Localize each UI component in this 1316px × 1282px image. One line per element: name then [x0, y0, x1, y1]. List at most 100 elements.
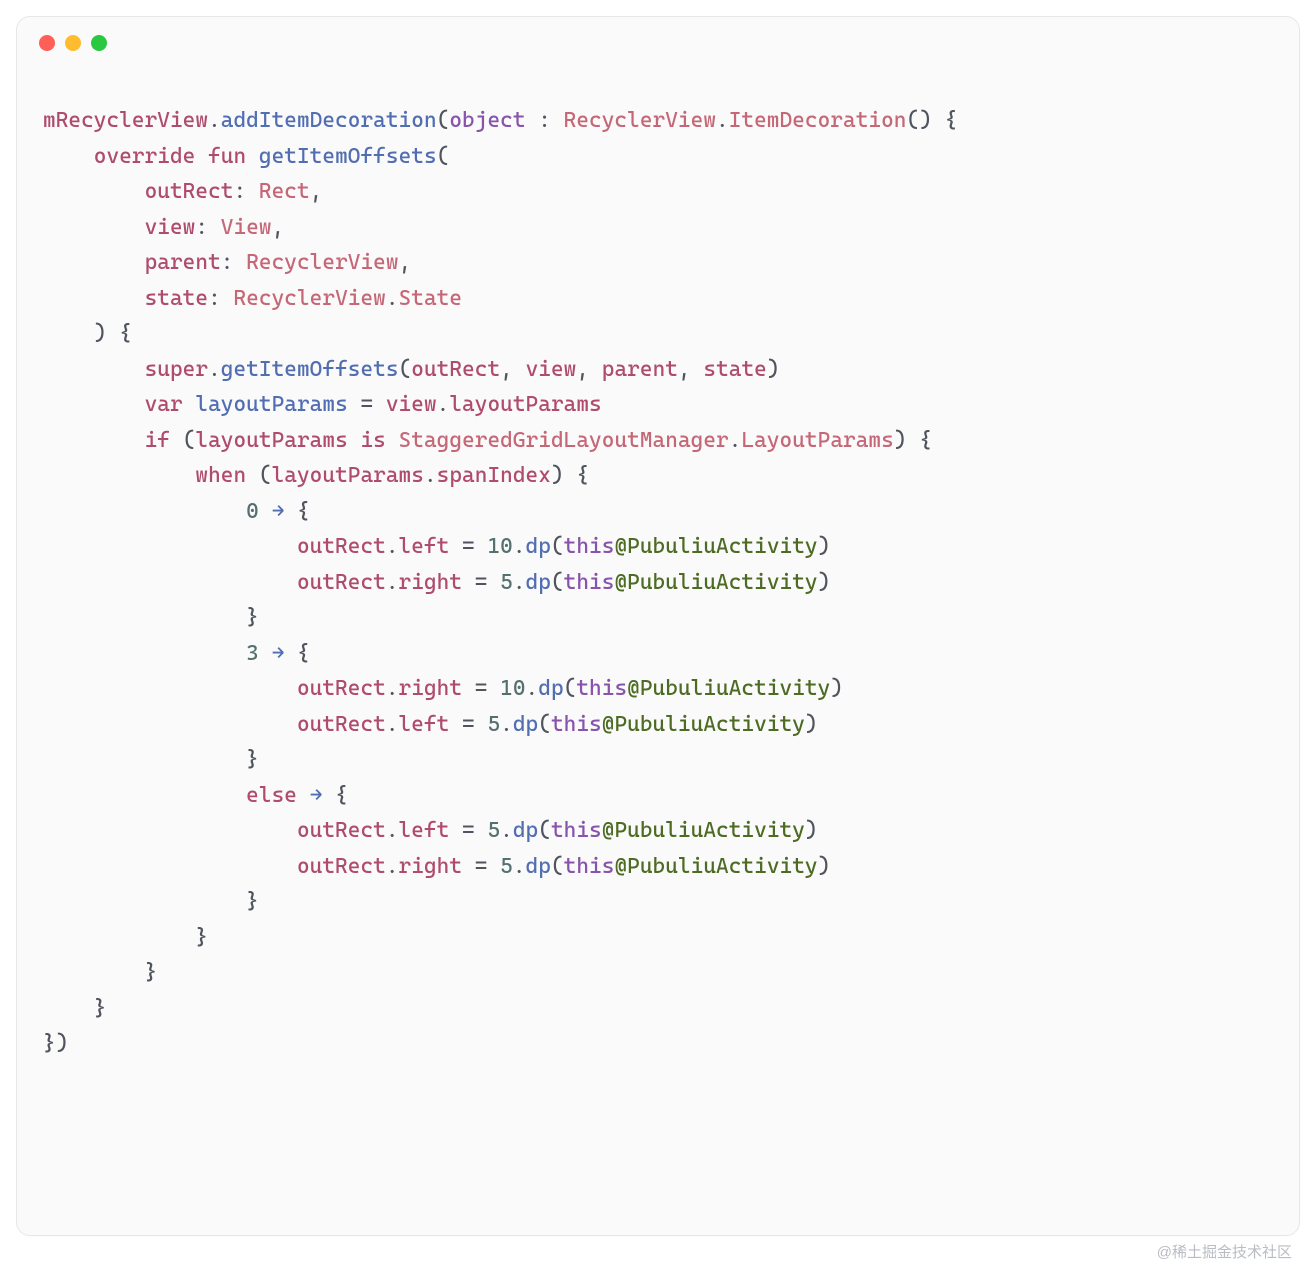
- code-token: →: [310, 783, 323, 808]
- code-token: [183, 392, 196, 417]
- code-token: is: [360, 428, 385, 453]
- code-token: this: [576, 676, 627, 701]
- code-token: view: [145, 215, 196, 240]
- code-token: this: [551, 818, 602, 843]
- code-token: mRecyclerView: [43, 108, 208, 133]
- code-token: RecyclerView: [246, 250, 398, 275]
- code-line: }: [43, 742, 1273, 778]
- code-token: .: [500, 712, 513, 737]
- code-token: [43, 570, 297, 595]
- code-token: (: [437, 144, 450, 169]
- code-token: }: [43, 960, 157, 985]
- code-token: .: [500, 818, 513, 843]
- code-token: [43, 463, 195, 488]
- code-token: layoutParams: [195, 428, 347, 453]
- code-token: @PubuliuActivity: [614, 570, 817, 595]
- code-token: .: [424, 463, 437, 488]
- code-line: }: [43, 600, 1273, 636]
- code-token: [259, 641, 272, 666]
- code-token: :: [233, 179, 258, 204]
- code-token: spanIndex: [437, 463, 551, 488]
- code-token: ): [767, 357, 780, 382]
- code-token: :: [221, 250, 246, 275]
- code-token: state: [703, 357, 767, 382]
- code-token: =: [462, 854, 500, 879]
- code-token: ,: [576, 357, 601, 382]
- code-token: [43, 641, 246, 666]
- code-window: mRecyclerView.addItemDecoration(object :…: [16, 16, 1300, 1236]
- code-token: .: [386, 570, 399, 595]
- code-token: @PubuliuActivity: [614, 534, 817, 559]
- code-token: ,: [272, 215, 285, 240]
- code-token: }: [43, 747, 259, 772]
- code-token: [43, 783, 246, 808]
- code-line: 3 → {: [43, 636, 1273, 672]
- code-token: ): [830, 676, 843, 701]
- code-token: dp: [526, 570, 551, 595]
- code-token: ,: [399, 250, 412, 275]
- minimize-icon[interactable]: [65, 35, 81, 51]
- code-line: outRect: Rect,: [43, 174, 1273, 210]
- code-token: [386, 428, 399, 453]
- code-token: () {: [907, 108, 958, 133]
- code-token: state: [145, 286, 209, 311]
- code-token: LayoutParams: [741, 428, 893, 453]
- code-line: state: RecyclerView.State: [43, 281, 1273, 317]
- code-token: (: [564, 676, 577, 701]
- code-token: [43, 392, 145, 417]
- code-token: layoutParams: [195, 392, 347, 417]
- code-line: ) {: [43, 316, 1273, 352]
- code-token: outRect: [297, 676, 386, 701]
- code-token: 10: [487, 534, 512, 559]
- code-token: [43, 676, 297, 701]
- code-token: :: [195, 215, 220, 240]
- code-token: ): [805, 712, 818, 737]
- code-token: State: [399, 286, 463, 311]
- code-token: getItemOffsets: [259, 144, 437, 169]
- code-token: ) {: [43, 321, 132, 346]
- close-icon[interactable]: [39, 35, 55, 51]
- code-line: outRect.right = 10.dp(this@PubuliuActivi…: [43, 671, 1273, 707]
- code-token: ) {: [894, 428, 932, 453]
- code-token: .: [437, 392, 450, 417]
- code-token: 5: [487, 712, 500, 737]
- code-token: right: [399, 854, 463, 879]
- code-token: }: [43, 605, 259, 630]
- code-token: Rect: [259, 179, 310, 204]
- code-token: 3: [246, 641, 259, 666]
- code-token: [43, 712, 297, 737]
- code-token: [43, 179, 145, 204]
- code-token: RecyclerView: [234, 286, 386, 311]
- window-titlebar: [17, 17, 1299, 69]
- code-token: outRect: [297, 818, 386, 843]
- code-token: if: [145, 428, 170, 453]
- code-token: [43, 428, 145, 453]
- code-token: (: [538, 712, 551, 737]
- code-token: .: [513, 534, 526, 559]
- code-token: (: [170, 428, 195, 453]
- code-token: {: [284, 641, 309, 666]
- maximize-icon[interactable]: [91, 35, 107, 51]
- code-token: when: [195, 463, 246, 488]
- code-line: override fun getItemOffsets(: [43, 139, 1273, 175]
- code-token: }: [43, 925, 208, 950]
- code-block: mRecyclerView.addItemDecoration(object :…: [17, 69, 1299, 1088]
- code-token: [348, 428, 361, 453]
- code-line: view: View,: [43, 210, 1273, 246]
- code-token: ,: [310, 179, 323, 204]
- code-token: var: [145, 392, 183, 417]
- code-token: addItemDecoration: [221, 108, 437, 133]
- code-token: StaggeredGridLayoutManager: [399, 428, 729, 453]
- code-token: ) {: [551, 463, 589, 488]
- code-token: dp: [526, 854, 551, 879]
- code-token: (: [399, 357, 412, 382]
- code-token: view: [386, 392, 437, 417]
- code-token: }): [43, 1031, 68, 1056]
- code-line: var layoutParams = view.layoutParams: [43, 387, 1273, 423]
- code-token: right: [399, 676, 463, 701]
- code-line: mRecyclerView.addItemDecoration(object :…: [43, 103, 1273, 139]
- code-token: getItemOffsets: [221, 357, 399, 382]
- code-token: =: [449, 818, 487, 843]
- code-token: [43, 286, 145, 311]
- code-token: outRect: [297, 570, 386, 595]
